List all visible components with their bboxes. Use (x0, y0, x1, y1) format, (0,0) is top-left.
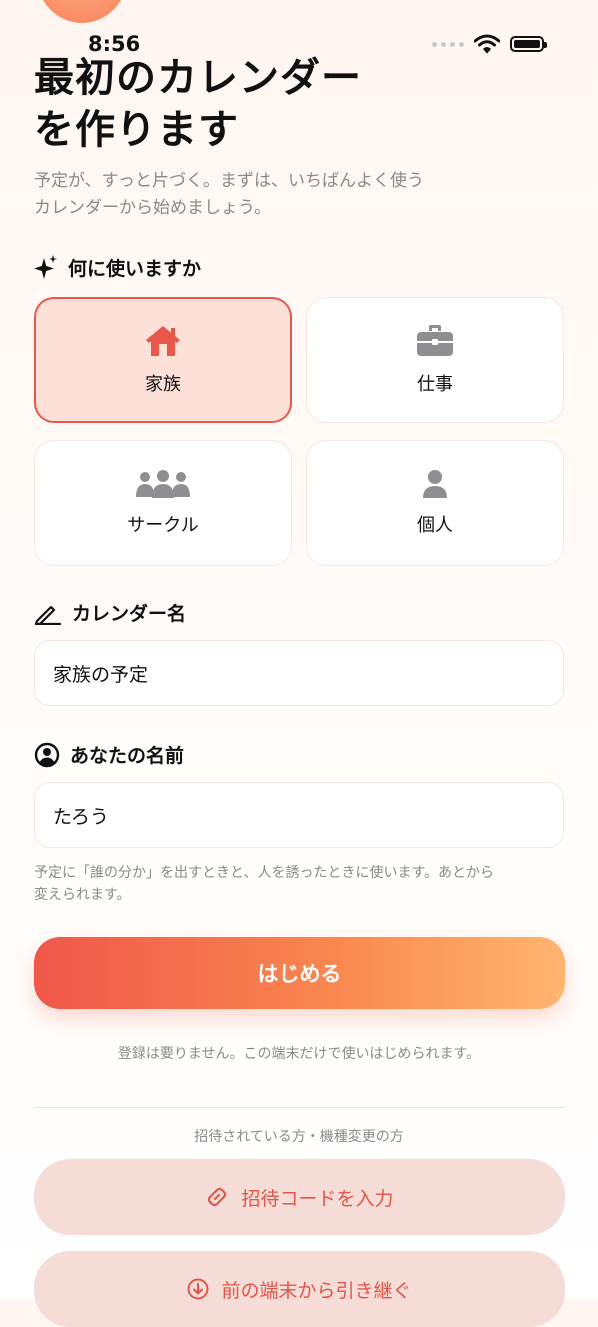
usage-option-family[interactable]: 家族 (34, 297, 292, 423)
house-icon (146, 326, 180, 356)
cellular-signal-icon (432, 41, 464, 47)
usage-option-personal[interactable]: 個人 (306, 440, 564, 566)
download-circle-icon (187, 1278, 209, 1300)
briefcase-icon (417, 325, 453, 356)
usage-option-label: 家族 (145, 374, 181, 395)
calendar-name-heading: カレンダー名 (34, 599, 186, 626)
transfer-device-label: 前の端末から引き継ぐ (221, 1279, 412, 1302)
usage-option-label: 個人 (417, 515, 453, 536)
calendar-name-value: 家族の予定 (53, 663, 149, 686)
usage-option-label: 仕事 (417, 374, 453, 395)
start-button[interactable]: はじめる (34, 937, 565, 1009)
your-name-heading: あなたの名前 (34, 741, 184, 768)
usage-option-circle[interactable]: サークル (34, 440, 292, 566)
calendar-name-input[interactable]: 家族の予定 (34, 640, 564, 706)
your-name-hint: 予定に「誰の分か」を出すときと、人を誘ったときに使います。あとから 変えられます… (34, 862, 544, 906)
link-icon (208, 1187, 227, 1207)
page-title-line1: 最初のカレンダー (34, 55, 362, 101)
subtitle-line1: 予定が、すっと片づく。まずは、いちばんよく使う (34, 171, 424, 191)
battery-icon (510, 36, 547, 52)
usage-heading: 何に使いますか (34, 254, 201, 281)
usage-heading-label: 何に使いますか (68, 258, 202, 280)
invite-code-label: 招待コードを入力 (241, 1187, 394, 1210)
hint-line1: 予定に「誰の分か」を出すときと、人を誘ったときに使います。あとから (34, 865, 495, 881)
person-icon (423, 470, 447, 498)
calendar-name-heading-label: カレンダー名 (72, 603, 187, 625)
page-title: 最初のカレンダー を作ります (34, 52, 454, 156)
status-icons (432, 34, 547, 54)
usage-option-label: サークル (127, 515, 199, 536)
divider (34, 1107, 565, 1108)
page-subtitle: 予定が、すっと片づく。まずは、いちばんよく使う カレンダーから始めましょう。 (34, 168, 504, 222)
subtitle-line2: カレンダーから始めましょう。 (34, 198, 271, 218)
transfer-device-button[interactable]: 前の端末から引き継ぐ (34, 1251, 565, 1327)
hint-line2: 変えられます。 (34, 887, 131, 903)
invite-caption: 招待されている方・機種変更の方 (194, 1129, 404, 1145)
wifi-icon (474, 34, 500, 54)
pencil-icon (34, 605, 62, 625)
decorative-blob (36, 0, 128, 23)
person-circle-icon (34, 742, 60, 767)
group-icon (136, 470, 190, 498)
your-name-value: たろう (53, 805, 109, 828)
your-name-input[interactable]: たろう (34, 782, 564, 848)
invite-code-button[interactable]: 招待コードを入力 (34, 1159, 565, 1235)
sparkles-icon (34, 254, 57, 279)
usage-option-work[interactable]: 仕事 (306, 297, 564, 423)
no-signup-note: 登録は要りません。この端末だけで使いはじめられます。 (117, 1046, 481, 1062)
your-name-heading-label: あなたの名前 (70, 745, 185, 767)
page-title-line2: を作ります (34, 107, 239, 153)
